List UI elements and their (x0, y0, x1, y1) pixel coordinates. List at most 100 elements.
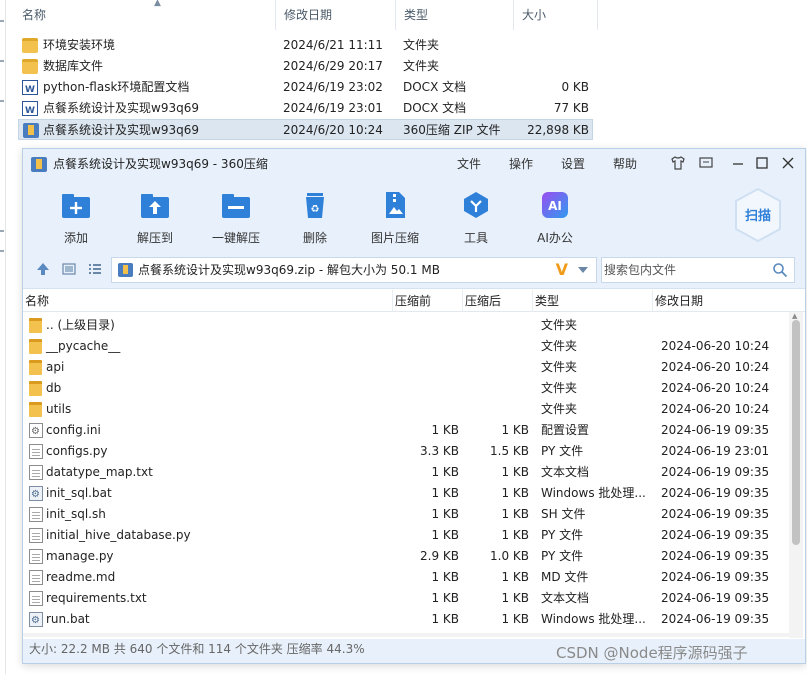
tools-icon (461, 191, 491, 219)
scan-button[interactable]: 扫描 (733, 187, 783, 243)
explorer-col-modified[interactable]: 修改日期 (276, 0, 396, 30)
recycle-bin-icon: ♻ (300, 191, 330, 219)
file-type: PY 文件 (541, 444, 584, 458)
minimize-icon[interactable] (729, 155, 747, 173)
col-modified[interactable]: 修改日期 (653, 290, 789, 312)
file-modified: 2024-06-19 09:35 (661, 423, 770, 437)
text-file-icon (29, 570, 43, 585)
explorer-row-size: 77 KB (553, 101, 589, 115)
scroll-up-icon[interactable]: ▲ (792, 312, 797, 320)
file-original-size: 1 KB (431, 591, 459, 605)
scroll-thumb[interactable] (792, 320, 800, 545)
tools-button[interactable]: 工具 (441, 187, 511, 247)
explorer-col-type[interactable]: 类型 (396, 0, 514, 30)
file-type: 文件夹 (541, 402, 578, 416)
file-type: Windows 批处理... (541, 486, 646, 500)
file-compressed-size: 1 KB (501, 486, 529, 500)
explorer-row[interactable]: 点餐系统设计及实现w93q69 2024/6/19 23:01 DOCX 文档 … (18, 98, 593, 122)
explorer-col-name[interactable]: 名称 (14, 0, 276, 30)
file-row[interactable]: config.ini 1 KB 1 KB 配置设置 2024-06-19 09:35 (23, 420, 787, 442)
search-field[interactable]: 搜索包内文件 (601, 257, 795, 283)
vertical-scrollbar[interactable]: ▲ (789, 312, 803, 638)
file-type: 文件夹 (541, 339, 578, 353)
explorer-row-type: 文件夹 (403, 38, 440, 52)
explorer-row-selected[interactable]: 点餐系统设计及实现w93q69 2024/6/20 10:24 360压缩 ZI… (18, 119, 593, 140)
file-original-size: 1 KB (431, 612, 459, 626)
file-name: initial_hive_database.py (46, 528, 191, 542)
ai-office-button[interactable]: AI AI办公 (520, 187, 590, 247)
explorer-row-modified: 2024/6/20 10:24 (283, 123, 383, 137)
skin-shirt-icon[interactable] (669, 155, 687, 173)
explorer-row[interactable]: 数据库文件 2024/6/29 20:17 文件夹 (18, 56, 593, 77)
file-row[interactable]: __pycache__ 文件夹 2024-06-20 10:24 (23, 336, 787, 357)
image-compress-button[interactable]: 图片压缩 (360, 187, 430, 247)
file-row[interactable]: initial_hive_database.py 1 KB 1 KB PY 文件 202… (23, 525, 787, 546)
file-original-size: 1 KB (431, 486, 459, 500)
file-row[interactable]: utils 文件夹 2024-06-20 10:24 (23, 399, 787, 420)
file-row[interactable]: run.bat 1 KB 1 KB Windows 批处理... 2024-06-19 … (23, 609, 787, 631)
file-row[interactable]: manage.py 2.9 KB 1.0 KB PY 文件 2024-06-19 09:… (23, 546, 787, 567)
col-name[interactable]: 名称 (23, 290, 393, 312)
file-original-size: 3.3 KB (420, 444, 459, 458)
explorer-row[interactable]: python-flask环境配置文档 2024/6/19 23:02 DOCX … (18, 77, 593, 101)
col-compressed-size[interactable]: 压缩后 (463, 290, 533, 312)
thumbnail-view-icon[interactable] (61, 261, 77, 277)
window-title: 点餐系统设计及实现w93q69 - 360压缩 (53, 157, 268, 171)
file-row[interactable]: init_sql.sh 1 KB 1 KB SH 文件 2024-06-19 09:35 (23, 504, 787, 525)
file-list-header: 名称 压缩前 压缩后 类型 修改日期 (23, 290, 805, 312)
file-compressed-size: 1.5 KB (490, 444, 529, 458)
menu-operate[interactable]: 操作 (509, 149, 533, 179)
extract-to-button[interactable]: 解压到 (120, 187, 190, 247)
explorer-row-type: DOCX 文档 (403, 80, 467, 94)
explorer-row[interactable]: 环境安装环境 2024/6/21 11:11 文件夹 (18, 35, 593, 56)
file-row[interactable]: datatype_map.txt 1 KB 1 KB 文本文档 2024-06-19 0… (23, 462, 787, 483)
col-original-size[interactable]: 压缩前 (393, 290, 463, 312)
explorer-nav-strip[interactable] (0, 0, 6, 674)
maximize-icon[interactable] (753, 155, 771, 173)
file-row[interactable]: api 文件夹 2024-06-20 10:24 (23, 357, 787, 378)
file-name: run.bat (46, 612, 90, 626)
file-compressed-size: 1 KB (501, 591, 529, 605)
file-row[interactable]: .. (上级目录) 文件夹 (23, 315, 787, 336)
col-type[interactable]: 类型 (533, 290, 653, 312)
title-bar[interactable]: 点餐系统设计及实现w93q69 - 360压缩 文件 操作 设置 帮助 (23, 149, 805, 179)
one-click-extract-button[interactable]: 一键解压 (201, 187, 271, 247)
file-modified: 2024-06-20 10:24 (661, 339, 770, 353)
menu-file[interactable]: 文件 (457, 149, 481, 179)
menu-help[interactable]: 帮助 (613, 149, 637, 179)
svg-text:AI: AI (548, 199, 562, 213)
tools-label: 工具 (463, 231, 488, 245)
extract-to-icon (140, 191, 170, 219)
add-button[interactable]: 添加 (41, 187, 111, 247)
folder-icon (29, 381, 42, 396)
add-icon (61, 191, 91, 219)
file-name: __pycache__ (46, 339, 121, 353)
file-original-size: 1 KB (431, 423, 459, 437)
file-name: init_sql.sh (46, 507, 106, 521)
file-row[interactable]: readme.md 1 KB 1 KB MD 文件 2024-06-19 09:35 (23, 567, 787, 588)
file-modified: 2024-06-19 09:35 (661, 465, 770, 479)
delete-button[interactable]: ♻ 删除 (280, 187, 350, 247)
search-icon[interactable] (772, 262, 788, 278)
list-view-icon[interactable] (87, 261, 103, 277)
close-icon[interactable] (779, 155, 797, 173)
scan-label: 扫描 (744, 209, 771, 224)
feedback-icon[interactable] (697, 155, 715, 173)
up-arrow-icon[interactable] (35, 261, 51, 277)
explorer-col-size[interactable]: 大小 (514, 0, 598, 30)
chevron-down-icon[interactable] (578, 267, 588, 273)
file-row[interactable]: configs.py 3.3 KB 1.5 KB PY 文件 2024-06-19 23… (23, 441, 787, 462)
status-text: 大小: 22.2 MB 共 640 个文件和 114 个文件夹 压缩率 44.3… (29, 642, 365, 656)
file-modified: 2024-06-20 10:24 (661, 402, 770, 416)
file-compressed-size: 1 KB (501, 507, 529, 521)
menu-settings[interactable]: 设置 (561, 149, 585, 179)
path-field[interactable]: 点餐系统设计及实现w93q69.zip - 解包大小为 50.1 MB V (111, 257, 597, 283)
file-modified: 2024-06-19 09:35 (661, 570, 770, 584)
horizontal-scrollbar[interactable] (23, 633, 789, 637)
file-modified: 2024-06-19 09:35 (661, 528, 770, 542)
explorer-column-header: 名称 ▲ 修改日期 类型 大小 (14, 0, 598, 30)
file-row[interactable]: db 文件夹 2024-06-20 10:24 (23, 378, 787, 399)
text-file-icon (29, 549, 43, 564)
file-row[interactable]: init_sql.bat 1 KB 1 KB Windows 批处理... 2024-0… (23, 483, 787, 505)
file-row[interactable]: requirements.txt 1 KB 1 KB 文本文档 2024-06-19 0… (23, 588, 787, 609)
